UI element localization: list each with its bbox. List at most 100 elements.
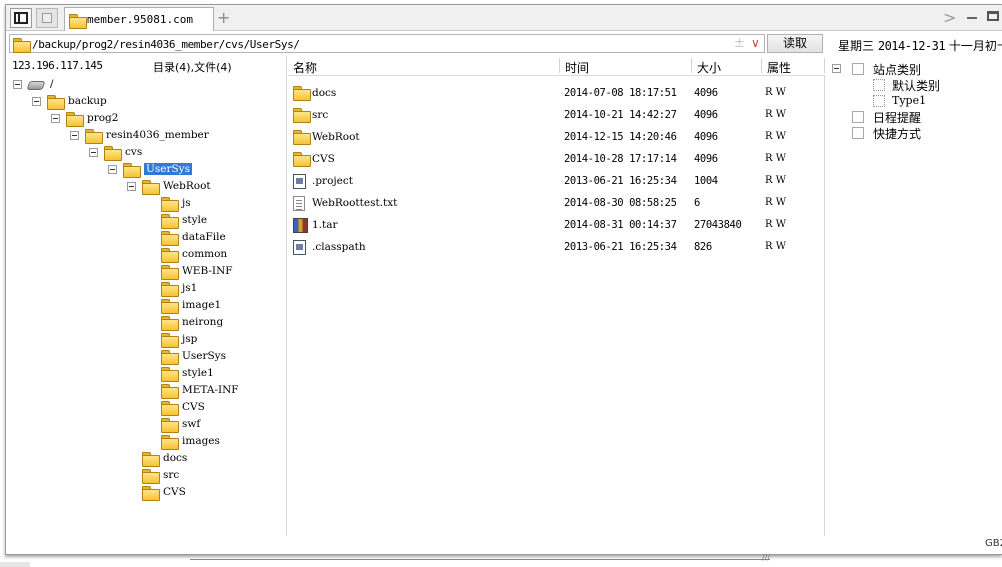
tree-node-label: swf — [182, 418, 201, 430]
folder-icon — [161, 333, 179, 348]
bookmark-tree-item[interactable]: 站点类别 — [832, 61, 1002, 77]
folder-icon — [47, 95, 65, 110]
new-tab-button[interactable]: + — [217, 8, 230, 27]
read-button[interactable]: 读取 — [767, 34, 823, 53]
collapse-toggle-icon[interactable] — [832, 64, 841, 73]
tree-node-label: UserSys — [182, 350, 226, 362]
date-display: 星期三 2014-12-31 十一月初十 — [838, 37, 1002, 54]
collapse-toggle-icon[interactable] — [51, 114, 60, 123]
bookmark-tree-item[interactable]: 默认类别 — [832, 77, 1002, 93]
blank-tab[interactable] — [36, 8, 58, 28]
collapse-toggle-icon[interactable] — [13, 80, 22, 89]
encoding-status: GB2 — [985, 538, 1002, 549]
tree-node-label: backup — [68, 95, 107, 107]
bookmark-label: 站点类别 — [873, 63, 922, 77]
tree-node-label: js — [182, 197, 191, 209]
path-input[interactable] — [32, 37, 722, 51]
file-row[interactable]: .project 2013-06-21 16:25:34 1004 R W — [288, 170, 825, 192]
column-time[interactable]: 时间 — [565, 59, 589, 76]
file-row[interactable]: 1.tar 2014-08-31 00:14:37 27043840 R W — [288, 214, 825, 236]
collapse-toggle-icon[interactable] — [70, 131, 79, 140]
file-name: src — [312, 109, 329, 121]
folder-icon — [293, 152, 311, 167]
collapse-toggle-icon[interactable] — [127, 182, 136, 191]
host-info-row: 123.196.117.145 目录(4),文件(4) — [6, 56, 287, 76]
minimize-button[interactable] — [967, 17, 977, 19]
schedule-icon — [852, 111, 864, 123]
bookmark-tree-item[interactable]: 快捷方式 — [832, 125, 1002, 141]
folder-icon — [104, 146, 122, 161]
directory-count: 目录(4),文件(4) — [153, 61, 232, 74]
folder-icon — [161, 401, 179, 416]
tab-member-site[interactable]: member.95081.com — [64, 7, 214, 31]
file-row[interactable]: WebRoottest.txt 2014-08-30 08:58:25 6 R W — [288, 192, 825, 214]
drive-icon — [26, 81, 46, 90]
category-icon — [852, 63, 864, 75]
weekday: 星期三 — [838, 39, 875, 53]
tree-node-label: src — [163, 469, 180, 481]
column-divider[interactable] — [559, 58, 560, 73]
file-row[interactable]: docs 2014-07-08 18:17:51 4096 R W — [288, 82, 825, 104]
bookmark-label: Type1 — [892, 94, 927, 107]
tree-node-label: common — [182, 248, 228, 260]
column-divider[interactable] — [691, 58, 692, 73]
desktop-background — [0, 562, 30, 567]
file-name: .classpath — [312, 241, 366, 253]
bookmark-label: 日程提醒 — [873, 111, 922, 125]
folder-icon — [142, 180, 160, 195]
tree-node-label: WebRoot — [163, 180, 211, 192]
column-divider[interactable] — [824, 58, 825, 73]
directory-tree-pane: 123.196.117.145 目录(4),文件(4) / backup prog2… — [6, 56, 287, 536]
folder-icon — [142, 469, 160, 484]
column-attributes[interactable]: 属性 — [767, 59, 791, 76]
folder-icon — [161, 418, 179, 433]
file-time: 2014-08-31 00:14:37 — [564, 219, 677, 231]
collapse-toggle-icon[interactable] — [108, 165, 117, 174]
folder-icon — [161, 265, 179, 280]
tar-icon — [293, 218, 308, 233]
folder-icon — [161, 299, 179, 314]
panel-toggle-button[interactable] — [10, 8, 32, 28]
file-time: 2013-06-21 16:25:34 — [564, 241, 677, 253]
file-attributes: R W — [765, 219, 786, 230]
bookmark-label: 默认类别 — [892, 79, 941, 93]
folder-icon — [161, 350, 179, 365]
tree-node-label: resin4036_member — [106, 129, 209, 141]
maximize-button[interactable] — [987, 11, 999, 21]
folder-icon — [161, 316, 179, 331]
file-name: WebRoottest.txt — [312, 197, 398, 209]
tree-node-label: js1 — [182, 282, 198, 294]
chevron-down-icon[interactable]: ∨ — [751, 36, 760, 50]
host-address: 123.196.117.145 — [12, 59, 103, 72]
file-row[interactable]: .classpath 2013-06-21 16:25:34 826 R W — [288, 236, 825, 258]
folder-icon — [161, 435, 179, 450]
tree-node-label: dataFile — [182, 231, 226, 243]
file-attributes: R W — [765, 109, 786, 120]
forward-arrow-icon[interactable]: > — [943, 8, 956, 27]
horizontal-scrollbar[interactable] — [190, 555, 770, 560]
bookmark-tree-item[interactable]: 日程提醒 — [832, 109, 1002, 125]
txt-icon — [293, 196, 305, 211]
tree-node-label: META-INF — [182, 384, 239, 396]
tree-node-label: / — [50, 78, 54, 90]
file-row[interactable]: src 2014-10-21 14:42:27 4096 R W — [288, 104, 825, 126]
column-name[interactable]: 名称 — [293, 59, 317, 76]
tree-node-label: WEB-INF — [182, 265, 233, 277]
column-divider[interactable] — [761, 58, 762, 73]
bookmark-icon[interactable]: ± — [734, 36, 745, 51]
folder-icon — [142, 486, 160, 501]
folder-icon — [13, 38, 31, 53]
folder-icon — [161, 231, 179, 246]
folder-icon — [161, 367, 179, 382]
bookmark-tree-item[interactable]: Type1 — [832, 93, 1002, 109]
collapse-toggle-icon[interactable] — [32, 97, 41, 106]
column-size[interactable]: 大小 — [697, 59, 721, 76]
file-row[interactable]: CVS 2014-10-28 17:17:14 4096 R W — [288, 148, 825, 170]
file-name: docs — [312, 87, 337, 99]
file-list-pane: 名称 时间 大小 属性 docs 2014-07-08 18:17:51 4096 R… — [288, 56, 825, 536]
resize-grip-icon[interactable]: /// — [762, 553, 770, 562]
file-name: CVS — [312, 153, 335, 165]
file-row[interactable]: WebRoot 2014-12-15 14:20:46 4096 R W — [288, 126, 825, 148]
folder-icon — [123, 163, 141, 178]
collapse-toggle-icon[interactable] — [89, 148, 98, 157]
